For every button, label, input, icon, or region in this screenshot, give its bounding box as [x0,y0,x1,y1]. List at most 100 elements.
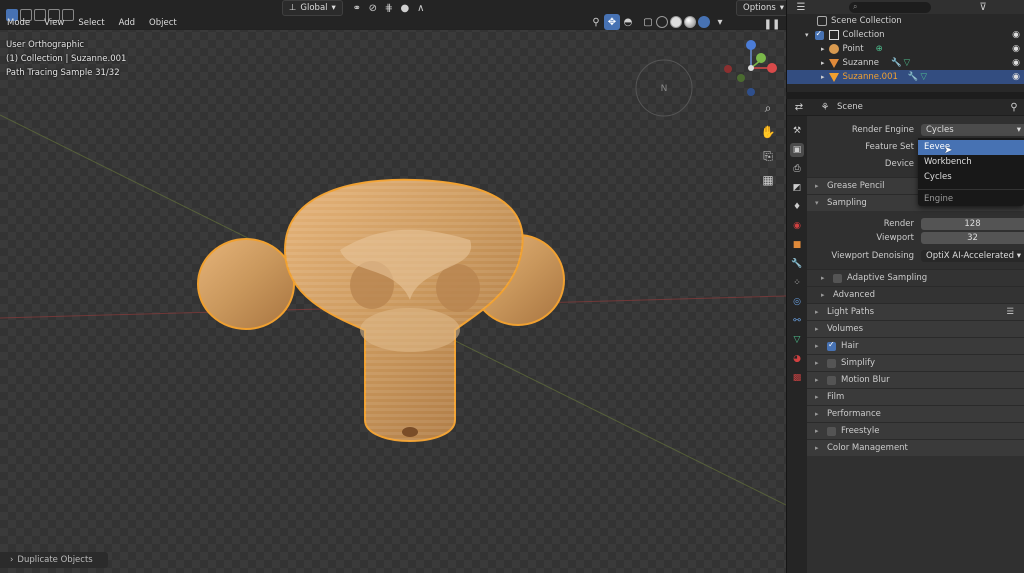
render-tab-icon[interactable]: ▣ [790,143,804,157]
render-engine-menu[interactable]: Eevee Workbench Cycles Engine [918,138,1024,206]
texture-tab-icon[interactable]: ▩ [790,371,804,385]
overlay-icon[interactable]: ◓ [620,14,636,30]
advanced-panel[interactable]: ▸ Advanced [807,286,1024,303]
menu-item-cycles[interactable]: Cycles [918,170,1024,185]
snap-icon[interactable]: ⊘ [365,0,381,16]
xray-icon[interactable]: ▢ [640,14,656,30]
camera-icon[interactable]: ⎘ [758,146,778,166]
orbit-circle[interactable]: N [634,58,694,118]
falloff-icon[interactable]: ∧ [413,0,429,16]
expand-arrow-icon: ▸ [815,427,819,435]
solid-shading-icon[interactable] [670,16,682,28]
transform-orientation-dropdown[interactable]: ⊥ Global ▾ [282,0,343,16]
mesh-data-icon: ▽ [920,72,928,82]
mode-menu[interactable]: Mode [0,18,37,28]
constraints-tab-icon[interactable]: ⚯ [790,314,804,328]
zoom-icon[interactable]: ⌕ [758,98,778,118]
material-tab-icon[interactable]: ◕ [790,352,804,366]
3d-viewport[interactable]: Mode View Select Add Object ⊥ Global ▾ ⚭… [0,0,786,573]
options-dropdown[interactable]: Options ▾ [736,0,786,16]
color-management-panel[interactable]: ▸ Color Management [807,439,1024,456]
pause-icon[interactable]: ❚❚ [764,16,781,32]
hair-checkbox[interactable] [827,340,836,351]
add-menu[interactable]: Add [112,18,142,28]
outliner-item-collection[interactable]: ▾ Collection ◉ [787,28,1024,42]
simplify-panel[interactable]: ▸ Simplify [807,354,1024,371]
render-engine-dropdown[interactable]: Cycles ▾ [921,124,1024,136]
visibility-icon[interactable]: ⚲ [588,14,604,30]
expand-arrow-icon: ▸ [821,59,825,67]
performance-panel[interactable]: ▸ Performance [807,405,1024,422]
gizmo-toggle-icon[interactable]: ✥ [604,14,620,30]
scene-tab-icon[interactable]: ♦ [790,200,804,214]
freestyle-panel[interactable]: ▸ Freestyle [807,422,1024,439]
outliner-header: ☰ ⌕ ⊽ [787,0,1024,14]
freestyle-checkbox[interactable] [827,426,836,436]
object-menu[interactable]: Object [142,18,184,28]
search-field[interactable]: ⌕ [849,1,931,13]
view-name: User Orthographic [6,40,85,50]
eye-icon[interactable]: ◉ [1012,30,1020,40]
viewport-samples-label: Viewport [876,233,914,243]
menu-item-eevee[interactable]: Eevee [918,140,1024,155]
outliner-item-suzanne-001[interactable]: ▸ Suzanne.001 🔧 ▽ ◉ [787,70,1024,84]
pin-icon[interactable]: ⚲ [1006,99,1022,115]
rendered-shading-icon[interactable] [698,16,710,28]
particles-tab-icon[interactable]: ⁘ [790,276,804,290]
film-panel[interactable]: ▸ Film [807,388,1024,405]
volumes-panel[interactable]: ▸ Volumes [807,320,1024,337]
outliner[interactable]: ☰ ⌕ ⊽ Scene Collection ▾ Collection ◉ ▸ … [786,0,1024,92]
material-shading-icon[interactable] [684,16,696,28]
eye-icon[interactable]: ◉ [1012,58,1020,68]
view-layer-tab-icon[interactable]: ◩ [790,181,804,195]
expand-arrow-icon: ▸ [821,73,825,81]
output-tab-icon[interactable]: ⎙ [790,162,804,176]
shading-options-icon[interactable]: ▾ [712,14,728,30]
navigation-gizmo[interactable] [715,38,785,100]
select-menu[interactable]: Select [71,18,111,28]
mouse-cursor-icon: ➤ [944,145,953,156]
snap-target-icon[interactable]: ⋕ [381,0,397,16]
collection-info: (1) Collection | Suzanne.001 [6,54,127,64]
wireframe-shading-icon[interactable] [656,16,668,28]
menu-item-workbench[interactable]: Workbench [918,155,1024,170]
object-tab-icon[interactable]: ■ [790,238,804,252]
modifier-tab-icon[interactable]: 🔧 [790,257,804,271]
expand-arrow-icon: ▸ [815,359,819,367]
world-tab-icon[interactable]: ◉ [790,219,804,233]
view-menu[interactable]: View [37,18,71,28]
grid-view-icon[interactable]: ▦ [758,170,778,190]
presets-list-icon[interactable]: ☰ [1006,307,1014,317]
chevron-down-icon: ▾ [1016,125,1021,135]
data-tab-icon[interactable]: ▽ [790,333,804,347]
outliner-item-point[interactable]: ▸ Point ⊕ ◉ [787,42,1024,56]
outliner-scene-collection[interactable]: Scene Collection [787,14,1024,28]
eye-icon[interactable]: ◉ [1012,44,1020,54]
display-mode-icon[interactable]: ☰ [793,0,809,15]
last-operation-chip[interactable]: › Duplicate Objects [0,552,108,568]
physics-tab-icon[interactable]: ◎ [790,295,804,309]
pivot-icon[interactable]: ⚭ [349,0,365,16]
viewport-samples-field[interactable]: 32 [921,232,1024,244]
collection-checkbox[interactable] [814,29,824,40]
hair-panel[interactable]: ▸ Hair [807,337,1024,354]
render-samples-field[interactable]: 128 [921,218,1024,230]
editor-type-icon[interactable]: ⇄ [791,99,807,115]
render-engine-label: Render Engine [851,125,914,135]
viewport-header: Mode View Select Add Object ⊥ Global ▾ ⚭… [0,0,786,30]
properties-header: ⇄ ⚘ Scene ⚲ [787,99,1024,116]
simplify-checkbox[interactable] [827,358,836,368]
light-icon [828,44,839,54]
eye-icon[interactable]: ◉ [1012,72,1020,82]
motion-blur-checkbox[interactable] [827,375,836,385]
adaptive-sampling-checkbox[interactable] [833,273,842,283]
motion-blur-panel[interactable]: ▸ Motion Blur [807,371,1024,388]
viewport-denoising-dropdown[interactable]: OptiX AI-Accelerated ▾ [921,250,1024,262]
outliner-item-suzanne[interactable]: ▸ Suzanne 🔧 ▽ ◉ [787,56,1024,70]
adaptive-sampling-panel[interactable]: ▸ Adaptive Sampling [807,269,1024,286]
proportional-edit-icon[interactable]: ● [397,0,413,16]
light-paths-panel[interactable]: ▸ Light Paths ☰ [807,303,1024,320]
filter-icon[interactable]: ⊽ [975,0,991,15]
pan-hand-icon[interactable]: ✋ [758,122,778,142]
tool-tab-icon[interactable]: ⚒ [790,124,804,138]
